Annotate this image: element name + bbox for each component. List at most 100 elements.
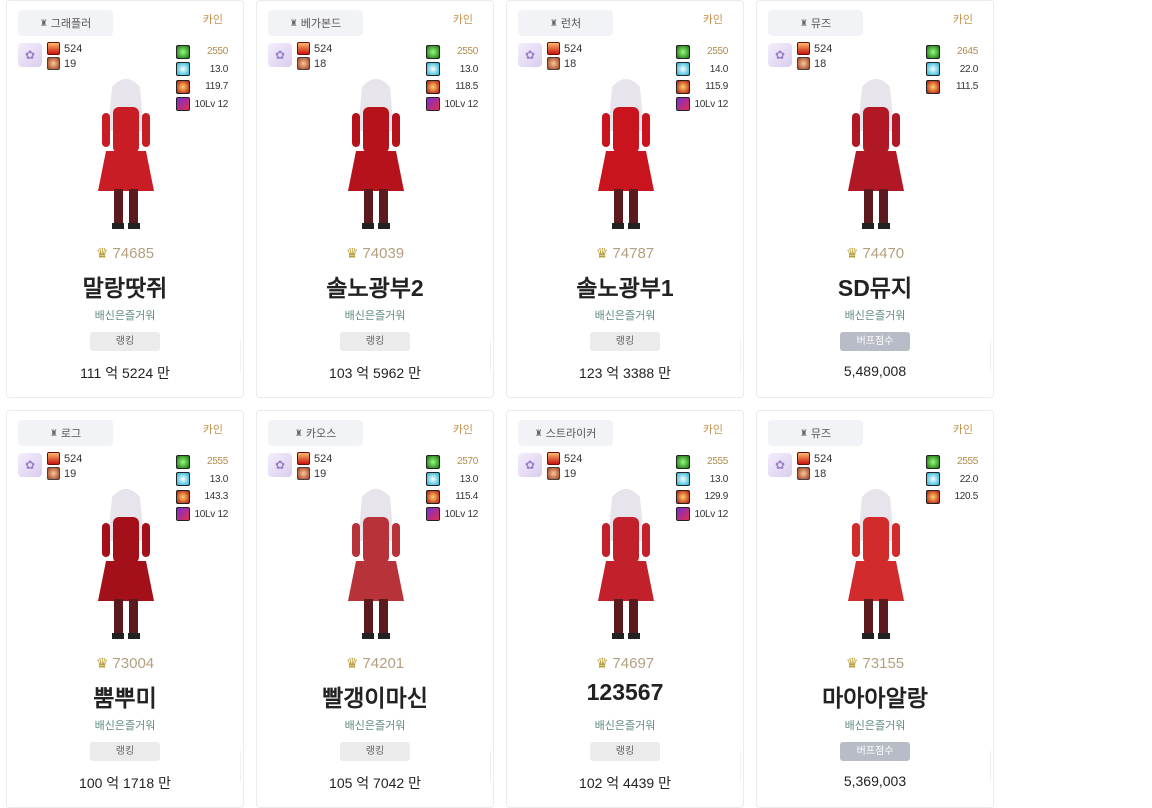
fame-value: 524 xyxy=(64,42,83,55)
fame-row: 524 xyxy=(47,42,82,55)
level-value: 19 xyxy=(314,467,327,480)
stat-value: 115.4 xyxy=(455,491,478,503)
level-row: 18 xyxy=(547,57,576,70)
character-card[interactable]: ♜ 로그 카인 ✿ 524 19 2555 13.0 143.3 10Lv 12 xyxy=(6,410,244,808)
guild-name[interactable]: 배신은즐거워 xyxy=(507,717,743,733)
guild-name[interactable]: 배신은즐거워 xyxy=(7,717,243,733)
character-name[interactable]: SD뮤지 xyxy=(757,269,993,303)
server-label: 카인 xyxy=(702,14,723,26)
guild-name[interactable]: 배신은즐거워 xyxy=(257,717,493,733)
server-label: 카인 xyxy=(952,14,973,26)
character-name[interactable]: 마아아알랑 xyxy=(757,679,993,713)
fame-row: 524 xyxy=(797,452,832,465)
guild-name[interactable]: 배신은즐거워 xyxy=(757,307,993,323)
stat-value: 2570 xyxy=(456,456,478,468)
buff-score-badge: 버프점수 xyxy=(840,332,910,351)
job-label: 뮤즈 xyxy=(810,428,832,440)
fame-row: 524 xyxy=(547,42,582,55)
adventure-score: ♛ 74201 xyxy=(257,655,493,672)
adventure-score-value: 74201 xyxy=(362,655,405,672)
stat-value: 13.0 xyxy=(209,63,229,75)
medal-icon: ♛ xyxy=(345,655,359,671)
fame-value: 524 xyxy=(314,452,333,465)
job-badge: ♜ 뮤즈 xyxy=(768,420,863,446)
ranking-badge: 랭킹 xyxy=(90,742,160,761)
fame-icon xyxy=(297,42,310,55)
character-card[interactable]: ♜ 베가본드 카인 ✿ 524 18 2550 13.0 118.5 10Lv … xyxy=(256,0,494,398)
character-name[interactable]: 솔노광부2 xyxy=(257,269,493,303)
server-label: 카인 xyxy=(452,424,473,436)
medal-icon: ♛ xyxy=(345,245,359,261)
level-row: 18 xyxy=(297,57,326,70)
crown-icon: ♜ xyxy=(534,427,543,438)
medal-icon: ♛ xyxy=(95,245,109,261)
stat-row: 2550 xyxy=(176,43,228,61)
stat-value: 13.0 xyxy=(459,63,479,75)
avatar-icon: ✿ xyxy=(518,43,542,67)
guild-name[interactable]: 배신은즐거워 xyxy=(507,307,743,323)
character-sprite xyxy=(848,489,904,639)
level-value: 19 xyxy=(564,467,577,480)
avatar-icon: ✿ xyxy=(18,453,42,477)
job-label: 런처 xyxy=(560,18,582,30)
avatar-icon: ✿ xyxy=(768,43,792,67)
server-label: 카인 xyxy=(702,424,723,436)
character-card[interactable]: ♜ 스트라이커 카인 ✿ 524 19 2555 13.0 129.9 10Lv… xyxy=(506,410,744,808)
stat-value: 10Lv 12 xyxy=(694,98,729,110)
job-badge: ♜ 베가본드 xyxy=(268,10,363,36)
character-name[interactable]: 솔노광부1 xyxy=(507,269,743,303)
fame-value: 524 xyxy=(64,452,83,465)
stat-row: 2645 xyxy=(926,43,978,61)
character-name[interactable]: 말랑땃쥐 xyxy=(7,269,243,303)
character-card[interactable]: ♜ 카오스 카인 ✿ 524 19 2570 13.0 115.4 10Lv 1… xyxy=(256,410,494,808)
pet-icon xyxy=(47,467,60,480)
job-label: 그래플러 xyxy=(50,18,92,30)
job-label: 로그 xyxy=(60,428,82,440)
character-sprite xyxy=(348,79,404,229)
adventure-score: ♛ 74039 xyxy=(257,245,493,262)
fame-value: 524 xyxy=(314,42,333,55)
stat-value: 10Lv 12 xyxy=(194,508,229,520)
job-label: 스트라이커 xyxy=(545,428,597,440)
character-name[interactable]: 뿜뿌미 xyxy=(7,679,243,713)
character-card[interactable]: ♜ 그래플러 카인 ✿ 524 19 2550 13.0 119.7 10Lv … xyxy=(6,0,244,398)
stat-row: 2570 xyxy=(426,453,478,471)
character-card[interactable]: ♜ 뮤즈 카인 ✿ 524 18 2645 22.0 111.5 ♛ 74470… xyxy=(756,0,994,398)
character-card[interactable]: ♜ 뮤즈 카인 ✿ 524 18 2555 22.0 120.5 ♛ 73155… xyxy=(756,410,994,808)
adventure-score-value: 73155 xyxy=(862,655,905,672)
character-sprite xyxy=(98,79,154,229)
stat-value: 143.3 xyxy=(204,491,228,503)
job-badge: ♜ 스트라이커 xyxy=(518,420,613,446)
level-row: 18 xyxy=(797,467,826,480)
crown-icon: ♜ xyxy=(799,17,808,28)
character-name[interactable]: 빨갱이마신 xyxy=(257,679,493,713)
buff-stat-icon xyxy=(176,44,190,59)
server-label: 카인 xyxy=(202,14,223,26)
fame-value: 524 xyxy=(564,42,583,55)
adventure-score-value: 73004 xyxy=(112,655,155,672)
fame-value: 524 xyxy=(814,452,833,465)
stat-value: 119.7 xyxy=(205,81,228,93)
stat-value: 10Lv 12 xyxy=(194,98,229,110)
stat-value: 2645 xyxy=(956,46,978,58)
fame-row: 524 xyxy=(797,42,832,55)
character-sprite xyxy=(598,79,654,229)
medal-icon: ♛ xyxy=(595,245,609,261)
fame-value: 524 xyxy=(564,452,583,465)
stat-value: 10Lv 12 xyxy=(444,508,479,520)
fame-row: 524 xyxy=(297,452,332,465)
adventure-score: ♛ 74787 xyxy=(507,245,743,262)
character-name[interactable]: 123567 xyxy=(507,679,743,706)
stat-value: 22.0 xyxy=(959,63,979,75)
character-sprite xyxy=(348,489,404,639)
guild-name[interactable]: 배신은즐거워 xyxy=(757,717,993,733)
fame-icon xyxy=(47,452,60,465)
character-card[interactable]: ♜ 런처 카인 ✿ 524 18 2550 14.0 115.9 10Lv 12 xyxy=(506,0,744,398)
power-value: 111 억 5224 만 xyxy=(80,365,170,381)
fame-icon xyxy=(797,42,810,55)
adventure-score: ♛ 74697 xyxy=(507,655,743,672)
stat-value: 2550 xyxy=(206,46,228,58)
stat-value: 13.0 xyxy=(209,473,229,485)
guild-name[interactable]: 배신은즐거워 xyxy=(7,307,243,323)
guild-name[interactable]: 배신은즐거워 xyxy=(257,307,493,323)
